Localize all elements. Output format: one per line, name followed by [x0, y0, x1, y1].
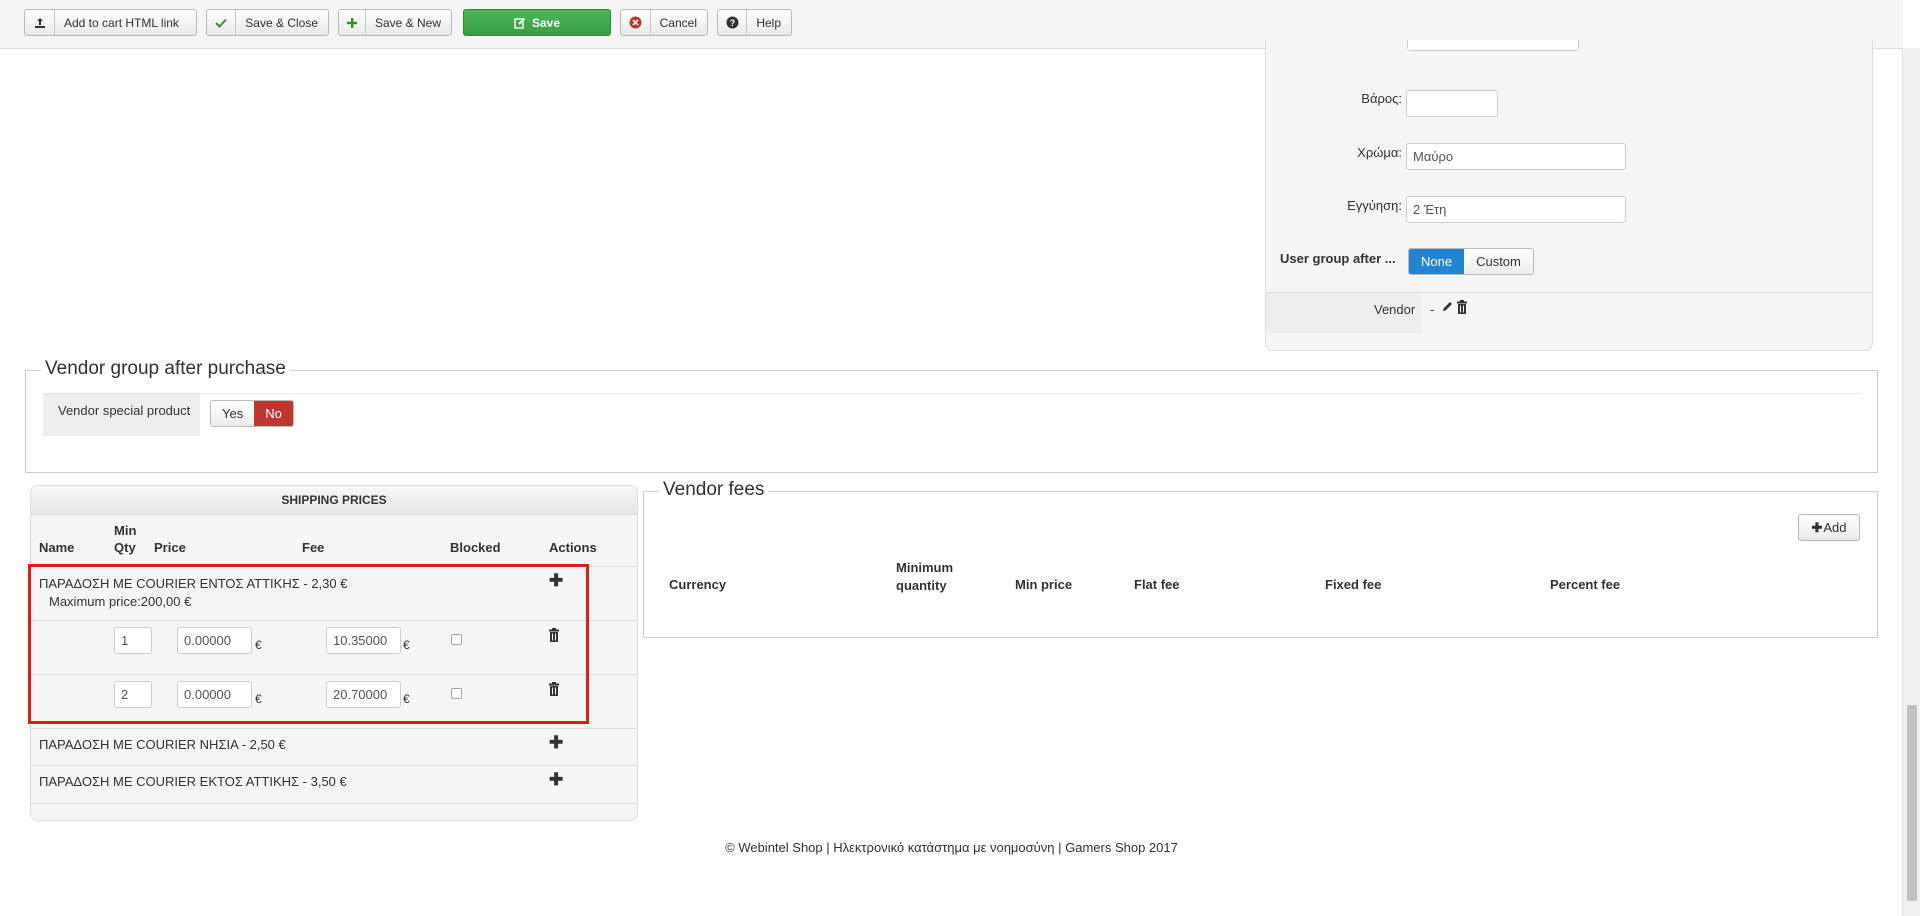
col-min-qty-line1: Min [114, 523, 137, 538]
warranty-label: Εγγύηση: [1347, 198, 1402, 213]
user-group-label: User group after ... [1280, 251, 1396, 266]
vendor-special-no-option[interactable]: No [254, 401, 293, 426]
vendor-label: Vendor [1374, 302, 1416, 317]
col-name: Name [39, 540, 75, 555]
col-fee: Fee [302, 540, 325, 555]
scrollbar-thumb[interactable] [1907, 705, 1917, 901]
cancel-circle-icon [621, 10, 651, 35]
color-field[interactable] [1406, 143, 1626, 170]
vendor-group-divider [43, 393, 1861, 394]
row-divider [31, 765, 637, 766]
add-tier-icon[interactable]: ✚ [549, 771, 563, 788]
save-new-label: Save & New [374, 15, 441, 30]
edit-icon [514, 17, 526, 29]
fee-col-fixed-fee: Fixed fee [1325, 577, 1382, 592]
col-blocked: Blocked [450, 540, 501, 555]
col-min-qty-line2: Qty [114, 540, 136, 555]
vendor-fees-fieldset [643, 491, 1878, 638]
cancel-label: Cancel [659, 15, 697, 30]
check-icon [207, 10, 237, 35]
vendor-divider [1421, 292, 1872, 293]
vendor-fees-legend: Vendor fees [659, 479, 769, 501]
fee-col-flat-fee: Flat fee [1134, 577, 1180, 592]
plus-icon: ✚ [1811, 519, 1823, 535]
warranty-field[interactable] [1406, 196, 1626, 223]
upload-icon [25, 10, 55, 35]
save-close-button[interactable]: Save & Close [206, 9, 329, 36]
method-name: ΠΑΡΑΔΟΣΗ ΜΕ COURIER ΝΗΣΙΑ - 2,50 € [39, 737, 286, 752]
help-circle-icon: ? [718, 10, 748, 35]
vendor-group-legend: Vendor group after purchase [41, 358, 290, 380]
col-actions: Actions [549, 540, 597, 555]
save-close-label: Save & Close [245, 15, 318, 30]
user-group-none-option[interactable]: None [1409, 249, 1465, 274]
help-button[interactable]: ? Help [717, 9, 792, 36]
pencil-icon[interactable] [1441, 300, 1454, 316]
save-button[interactable]: Save [463, 9, 611, 36]
highlight-box [28, 564, 589, 724]
save-new-button[interactable]: Save & New [338, 9, 452, 36]
weight-label: Βάρος: [1361, 91, 1402, 106]
row-divider [31, 728, 637, 729]
add-to-cart-label: Add to cart HTML link [64, 15, 179, 30]
add-tier-icon[interactable]: ✚ [549, 734, 563, 751]
save-label: Save [531, 15, 561, 30]
vendor-special-toggle: Yes No [210, 400, 294, 427]
plus-icon [339, 10, 366, 35]
vendor-special-yes-option[interactable]: Yes [211, 401, 255, 426]
svg-text:?: ? [729, 18, 735, 28]
user-group-custom-option[interactable]: Custom [1464, 249, 1533, 274]
fee-col-min-price: Min price [1015, 577, 1073, 592]
fee-col-currency: Currency [669, 577, 727, 592]
method-name: ΠΑΡΑΔΟΣΗ ΜΕ COURIER ΕΚΤΟΣ ΑΤΤΙΚΗΣ - 3,50… [39, 774, 347, 789]
user-group-toggle: None Custom [1408, 248, 1534, 275]
vendor-group-fieldset [25, 370, 1878, 473]
color-label: Χρώμα: [1357, 145, 1402, 160]
trash-icon[interactable] [1456, 300, 1468, 317]
shipping-prices-title: SHIPPING PRICES [31, 486, 637, 515]
vendor-value: - [1430, 302, 1435, 317]
add-to-cart-html-link-button[interactable]: Add to cart HTML link [24, 9, 197, 36]
footer-text: © Webintel Shop | Ηλεκτρονικό κατάστημα … [725, 840, 1178, 855]
row-divider [31, 803, 637, 804]
truncated-input[interactable] [1407, 40, 1579, 51]
weight-field[interactable] [1406, 90, 1498, 117]
add-label: Add [1823, 520, 1847, 535]
cancel-button[interactable]: Cancel [620, 9, 708, 36]
col-price: Price [154, 540, 186, 555]
fee-col-min-quantity: Minimum quantity [896, 560, 954, 593]
vendor-special-label: Vendor special product [58, 403, 191, 418]
fee-col-percent-fee: Percent fee [1550, 577, 1621, 592]
help-label: Help [756, 15, 781, 30]
add-vendor-fee-button[interactable]: ✚ Add [1798, 514, 1860, 541]
